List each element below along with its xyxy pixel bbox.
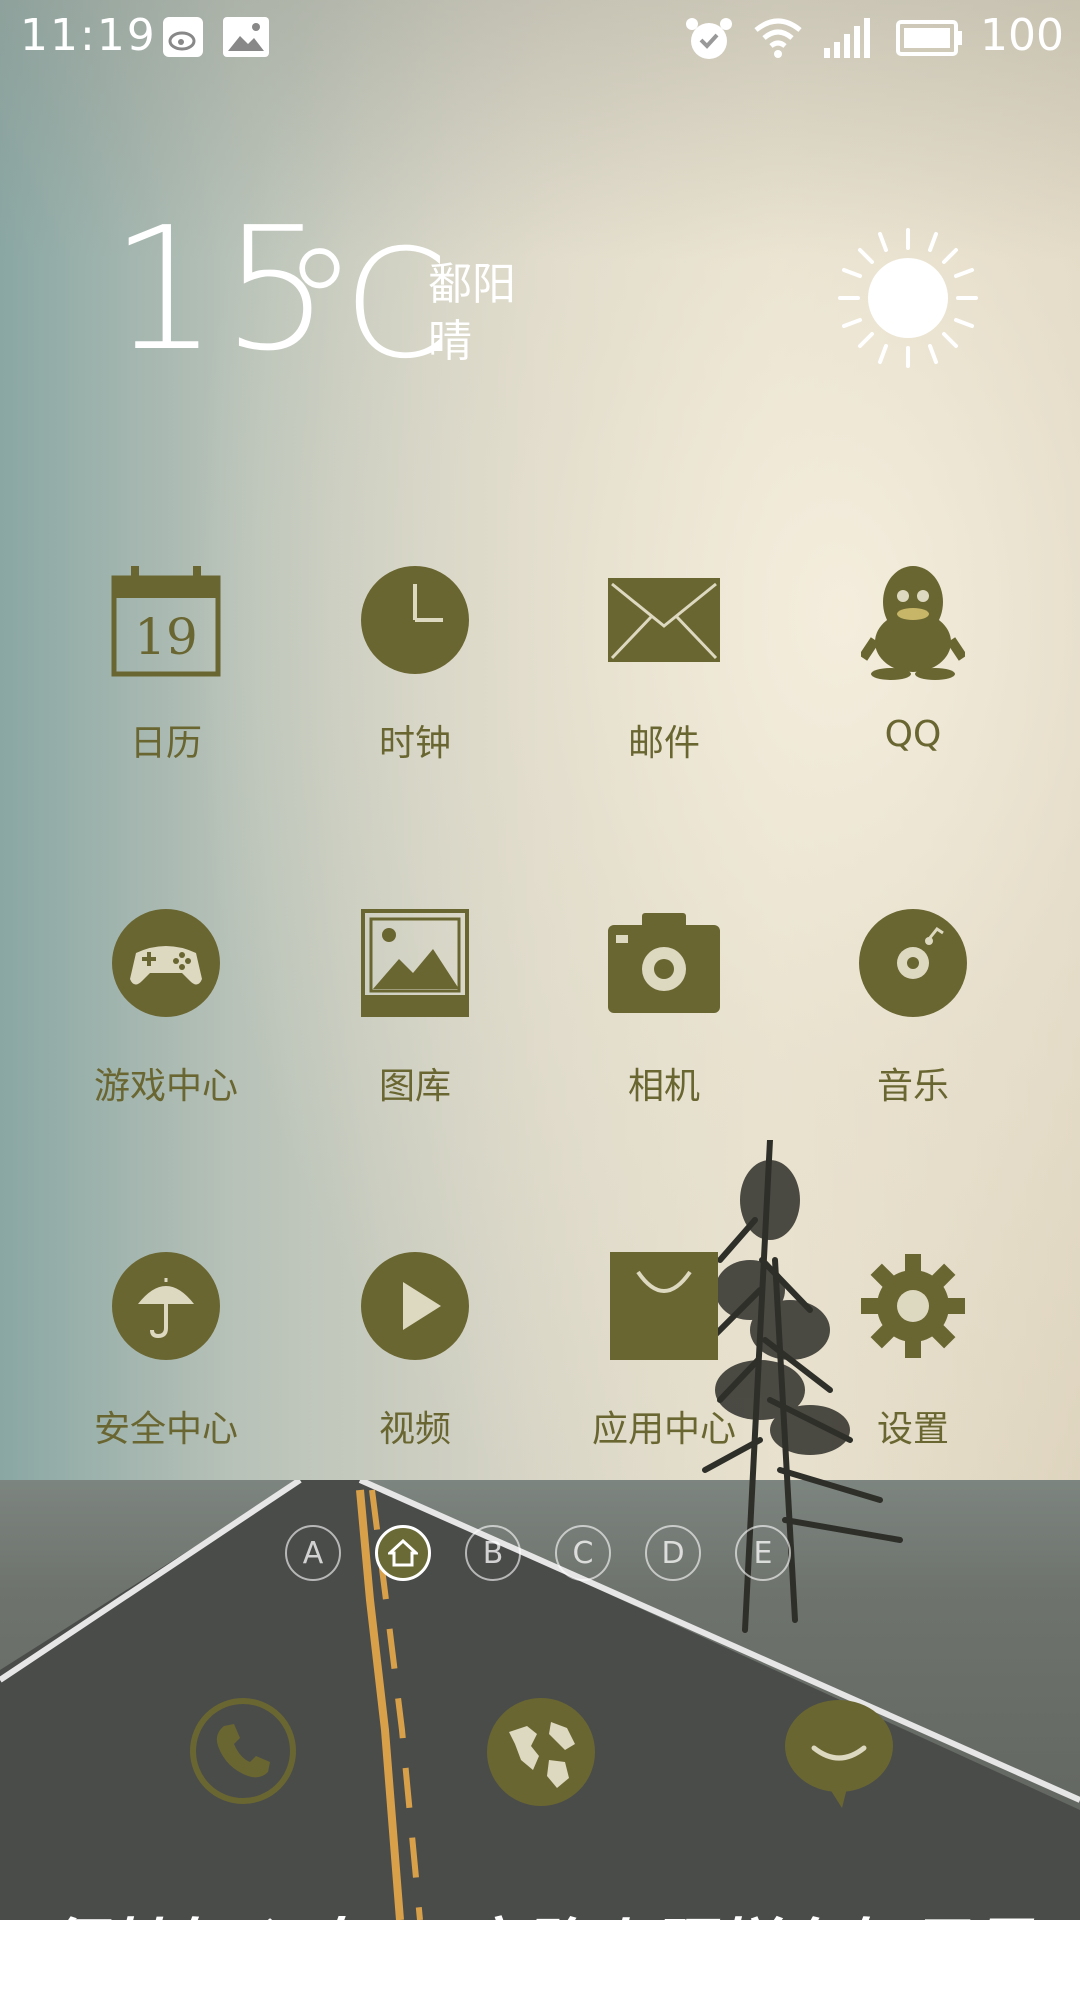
page-dot-c[interactable]: C — [555, 1525, 611, 1581]
app-label: 日历 — [129, 723, 202, 764]
wifi-icon — [752, 16, 804, 64]
app-label: 游戏中心 — [93, 1066, 238, 1107]
app-qq[interactable]: QQ — [813, 560, 1013, 755]
app-video[interactable]: 视频 — [315, 1246, 515, 1452]
app-gallery[interactable]: 图库 — [315, 903, 515, 1109]
alarm-icon — [684, 16, 734, 66]
page-dot-d[interactable]: D — [645, 1525, 701, 1581]
page-dot-b[interactable]: B — [465, 1525, 521, 1581]
slogan-left: 保持好心态, — [40, 1913, 385, 1987]
message-icon — [785, 1700, 893, 1808]
weather-condition: 晴 — [428, 316, 472, 367]
app-label: 应用中心 — [591, 1409, 736, 1450]
app-clock[interactable]: 时钟 — [315, 560, 515, 766]
app-calendar[interactable]: 19 日历 — [66, 560, 266, 766]
dock-messages[interactable] — [784, 1698, 894, 1814]
page-dot-e[interactable]: E — [735, 1525, 791, 1581]
image-icon[interactable] — [222, 16, 270, 62]
app-mail[interactable]: 邮件 — [564, 560, 764, 766]
app-security-center[interactable]: 安全中心 — [66, 1246, 266, 1452]
app-label: 邮件 — [627, 723, 700, 764]
signal-icon — [822, 16, 878, 64]
globe-icon — [487, 1698, 595, 1806]
app-label: 图库 — [378, 1066, 451, 1107]
shopping-bag-icon — [610, 1252, 718, 1360]
phone-icon — [190, 1698, 296, 1804]
home-icon — [388, 1539, 418, 1567]
clock-icon — [361, 566, 469, 674]
mail-icon — [608, 578, 720, 662]
app-label: 设置 — [876, 1409, 949, 1450]
app-settings[interactable]: 设置 — [813, 1246, 1013, 1452]
gamepad-icon — [112, 909, 220, 1017]
weibo-icon[interactable] — [162, 16, 204, 62]
gear-icon — [861, 1254, 965, 1358]
weather-city: 鄱阳 — [428, 259, 516, 310]
camera-icon — [608, 913, 720, 1013]
app-label: 视频 — [378, 1409, 451, 1450]
app-app-center[interactable]: 应用中心 — [564, 1246, 764, 1452]
battery-percentage: 100 — [980, 10, 1064, 61]
app-label: QQ — [884, 714, 942, 755]
slogan-right: 弯路上照样有好风景 — [455, 1913, 1031, 1987]
dock-browser[interactable] — [487, 1698, 595, 1810]
qq-penguin-icon — [861, 566, 965, 680]
calendar-icon: 19 — [111, 566, 221, 677]
page-dot-home[interactable] — [375, 1525, 431, 1581]
app-label: 相机 — [627, 1066, 700, 1107]
page-indicator: A B C D E — [0, 1525, 1080, 1585]
page-dot-a[interactable]: A — [285, 1525, 341, 1581]
battery-icon — [896, 16, 964, 64]
app-label: 时钟 — [378, 723, 451, 764]
umbrella-icon — [112, 1252, 220, 1360]
app-label: 音乐 — [876, 1066, 949, 1107]
gallery-icon — [361, 909, 469, 1017]
app-game-center[interactable]: 游戏中心 — [66, 903, 266, 1109]
app-label: 安全中心 — [93, 1409, 238, 1450]
play-icon — [361, 1252, 469, 1360]
dock-phone[interactable] — [190, 1698, 296, 1808]
app-camera[interactable]: 相机 — [564, 903, 764, 1109]
calendar-day: 19 — [134, 608, 198, 666]
status-bar: 11:19 100 — [0, 0, 1080, 78]
sun-icon — [838, 228, 978, 372]
music-disc-icon — [859, 909, 967, 1017]
status-time: 11:19 — [20, 10, 157, 61]
temperature-unit: ℃ — [282, 218, 451, 392]
app-music[interactable]: 音乐 — [813, 903, 1013, 1109]
